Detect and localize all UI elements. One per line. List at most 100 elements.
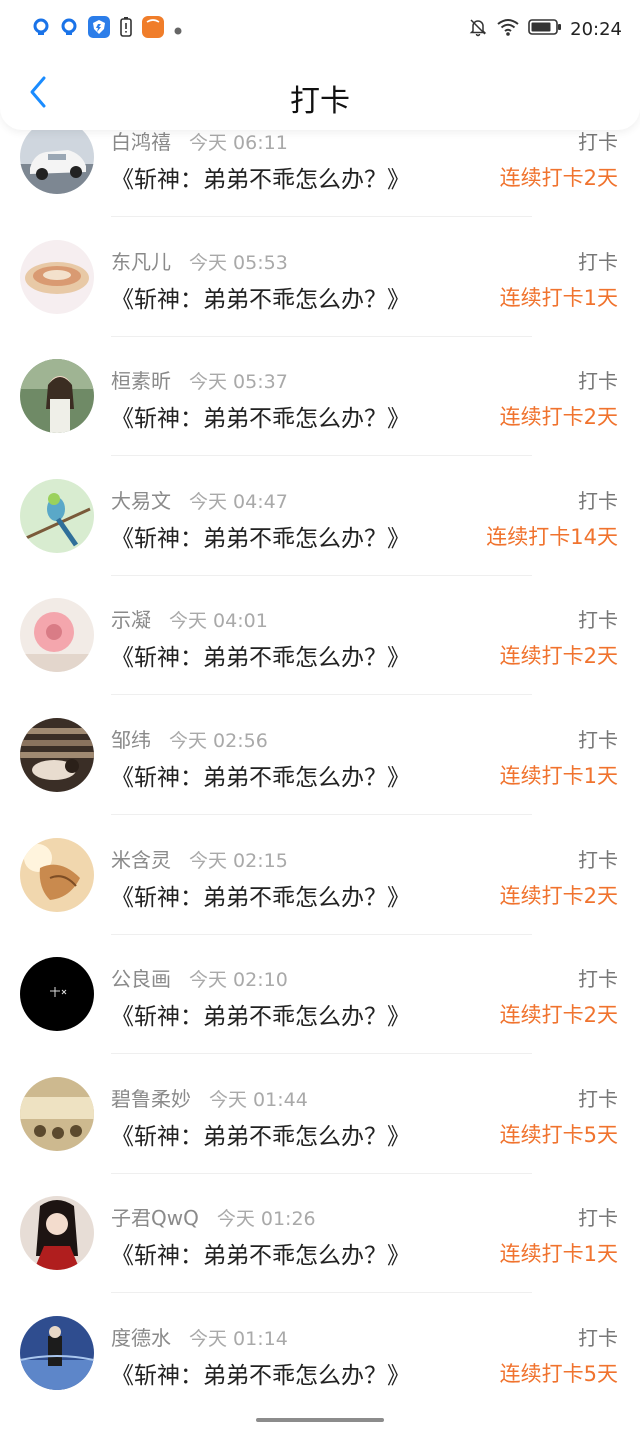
streak-text: 连续打卡1天 xyxy=(499,285,618,310)
checkin-label: 打卡 xyxy=(578,608,618,633)
streak-text: 连续打卡2天 xyxy=(499,1003,618,1028)
battery-alert-icon xyxy=(120,17,132,41)
checkin-label: 打卡 xyxy=(578,1325,618,1350)
checkin-label: 打卡 xyxy=(578,847,618,872)
checkin-time: 今天 04:47 xyxy=(189,490,288,513)
streak-text: 连续打卡1天 xyxy=(499,1242,618,1267)
checkin-label: 打卡 xyxy=(578,130,618,154)
book-title: 《斩神：弟弟不乖怎么办？》 xyxy=(111,406,410,433)
checkin-time: 今天 06:11 xyxy=(189,132,288,154)
battery-icon xyxy=(528,18,562,41)
streak-text: 连续打卡5天 xyxy=(499,1361,618,1386)
divider xyxy=(111,694,532,696)
list-item[interactable]: 碧鲁柔妙 今天 01:44 《斩神：弟弟不乖怎么办？》 打卡 连续打卡5天 xyxy=(0,1076,640,1197)
qq-icon xyxy=(60,18,78,40)
streak-text: 连续打卡2天 xyxy=(499,166,618,190)
divider xyxy=(111,216,532,217)
clock: 20:24 xyxy=(570,18,622,40)
checkin-label: 打卡 xyxy=(578,1206,618,1231)
checkin-label: 打卡 xyxy=(578,249,618,274)
checkin-list: 白鸿禧 今天 06:11 《斩神：弟弟不乖怎么办？》 打卡 连续打卡2天 东凡儿今… xyxy=(0,120,640,1436)
user-name: 大易文 今天 04:47 xyxy=(111,488,288,513)
book-title: 《斩神：弟弟不乖怎么办？》 xyxy=(111,1243,410,1270)
divider xyxy=(111,335,532,337)
avatar[interactable] xyxy=(20,717,94,792)
book-title: 《斩神：弟弟不乖怎么办？》 xyxy=(111,525,410,552)
checkin-time: 今天 02:10 xyxy=(189,969,288,992)
list-item[interactable]: 东凡儿 今天 05:53 《斩神：弟弟不乖怎么办？》 打卡 连续打卡1天 xyxy=(0,239,640,360)
book-title: 《斩神：弟弟不乖怎么办？》 xyxy=(111,1362,410,1389)
checkin-time: 今天 01:14 xyxy=(189,1327,288,1350)
book-title: 《斩神：弟弟不乖怎么办？》 xyxy=(111,645,410,672)
checkin-label: 打卡 xyxy=(578,369,618,394)
list-item[interactable]: 公良画 今天 02:10 《斩神：弟弟不乖怎么办？》 打卡 连续打卡2天 xyxy=(0,957,640,1077)
checkin-time: 今天 02:56 xyxy=(169,729,268,752)
checkin-label: 打卡 xyxy=(578,1086,618,1111)
streak-text: 连续打卡1天 xyxy=(499,763,618,788)
page-title: 打卡 xyxy=(290,84,350,119)
user-name: 示凝 今天 04:01 xyxy=(111,608,268,633)
status-bar: 20:24 xyxy=(0,0,640,58)
streak-text: 连续打卡14天 xyxy=(486,524,618,549)
shield-app-icon xyxy=(88,16,110,42)
list-item[interactable]: 桓素昕 今天 05:37 《斩神：弟弟不乖怎么办？》 打卡 连续打卡2天 xyxy=(0,359,640,479)
checkin-time: 今天 02:15 xyxy=(189,849,288,872)
avatar[interactable] xyxy=(20,478,94,553)
streak-text: 连续打卡2天 xyxy=(499,883,618,908)
list-item[interactable]: 邹纬 今天 02:56 《斩神：弟弟不乖怎么办？》 打卡 连续打卡1天 xyxy=(0,717,640,838)
user-name: 度德水 今天 01:14 xyxy=(111,1325,288,1350)
home-indicator[interactable] xyxy=(256,1418,384,1422)
user-name: 白鸿禧 今天 06:11 xyxy=(111,130,288,154)
book-title: 《斩神：弟弟不乖怎么办？》 xyxy=(111,1004,410,1031)
list-item[interactable]: 白鸿禧 今天 06:11 《斩神：弟弟不乖怎么办？》 打卡 连续打卡2天 xyxy=(0,120,640,240)
avatar[interactable] xyxy=(20,120,94,194)
book-title: 《斩神：弟弟不乖怎么办？》 xyxy=(111,1123,410,1150)
list-item[interactable]: 示凝 今天 04:01 《斩神：弟弟不乖怎么办？》 打卡 连续打卡2天 xyxy=(0,598,640,718)
user-name: 桓素昕 今天 05:37 xyxy=(111,369,288,394)
status-right: 20:24 xyxy=(468,17,622,42)
avatar[interactable] xyxy=(20,837,94,912)
checkin-label: 打卡 xyxy=(578,727,618,752)
divider xyxy=(111,574,532,576)
divider xyxy=(111,933,532,935)
avatar[interactable] xyxy=(20,1076,94,1151)
book-title: 《斩神：弟弟不乖怎么办？》 xyxy=(111,167,410,193)
list-item[interactable]: 大易文 今天 04:47 《斩神：弟弟不乖怎么办？》 打卡 连续打卡14天 xyxy=(0,478,640,599)
divider xyxy=(111,1053,532,1055)
nav-bar: 打卡 xyxy=(0,58,640,130)
checkin-label: 打卡 xyxy=(578,488,618,513)
divider xyxy=(111,1172,532,1174)
orange-app-icon xyxy=(142,16,164,42)
list-item[interactable]: 米含灵 今天 02:15 《斩神：弟弟不乖怎么办？》 打卡 连续打卡2天 xyxy=(0,837,640,958)
divider xyxy=(111,813,532,815)
checkin-time: 今天 05:37 xyxy=(189,371,288,394)
bell-off-icon xyxy=(468,17,488,42)
checkin-time: 今天 01:44 xyxy=(209,1088,308,1111)
status-left-icons xyxy=(32,16,182,42)
user-name: 子君QwQ 今天 01:26 xyxy=(111,1206,316,1231)
avatar[interactable] xyxy=(20,957,94,1032)
checkin-label: 打卡 xyxy=(578,967,618,992)
book-title: 《斩神：弟弟不乖怎么办？》 xyxy=(111,286,410,313)
user-name: 碧鲁柔妙 今天 01:44 xyxy=(111,1086,308,1111)
streak-text: 连续打卡2天 xyxy=(499,644,618,669)
checkin-time: 今天 04:01 xyxy=(169,610,268,633)
user-name: 邹纬 今天 02:56 xyxy=(111,727,268,752)
avatar[interactable] xyxy=(20,359,94,434)
checkin-time: 今天 01:26 xyxy=(216,1208,316,1231)
list-item[interactable]: 子君QwQ 今天 01:26 《斩神：弟弟不乖怎么办？》 打卡 连续打卡1天 xyxy=(0,1196,640,1316)
divider xyxy=(111,1292,532,1294)
checkin-time: 今天 05:53 xyxy=(189,251,288,274)
user-name: 米含灵 今天 02:15 xyxy=(111,847,288,872)
user-name: 公良画 今天 02:10 xyxy=(111,967,288,992)
avatar[interactable] xyxy=(20,1196,94,1271)
avatar[interactable] xyxy=(20,598,94,673)
avatar[interactable] xyxy=(20,1315,94,1390)
user-name: 东凡儿 今天 05:53 xyxy=(111,249,288,274)
streak-text: 连续打卡5天 xyxy=(499,1122,618,1147)
avatar[interactable] xyxy=(20,239,94,314)
dot-icon xyxy=(174,20,182,39)
qq-icon xyxy=(32,18,50,40)
divider xyxy=(111,455,532,457)
book-title: 《斩神：弟弟不乖怎么办？》 xyxy=(111,884,410,911)
